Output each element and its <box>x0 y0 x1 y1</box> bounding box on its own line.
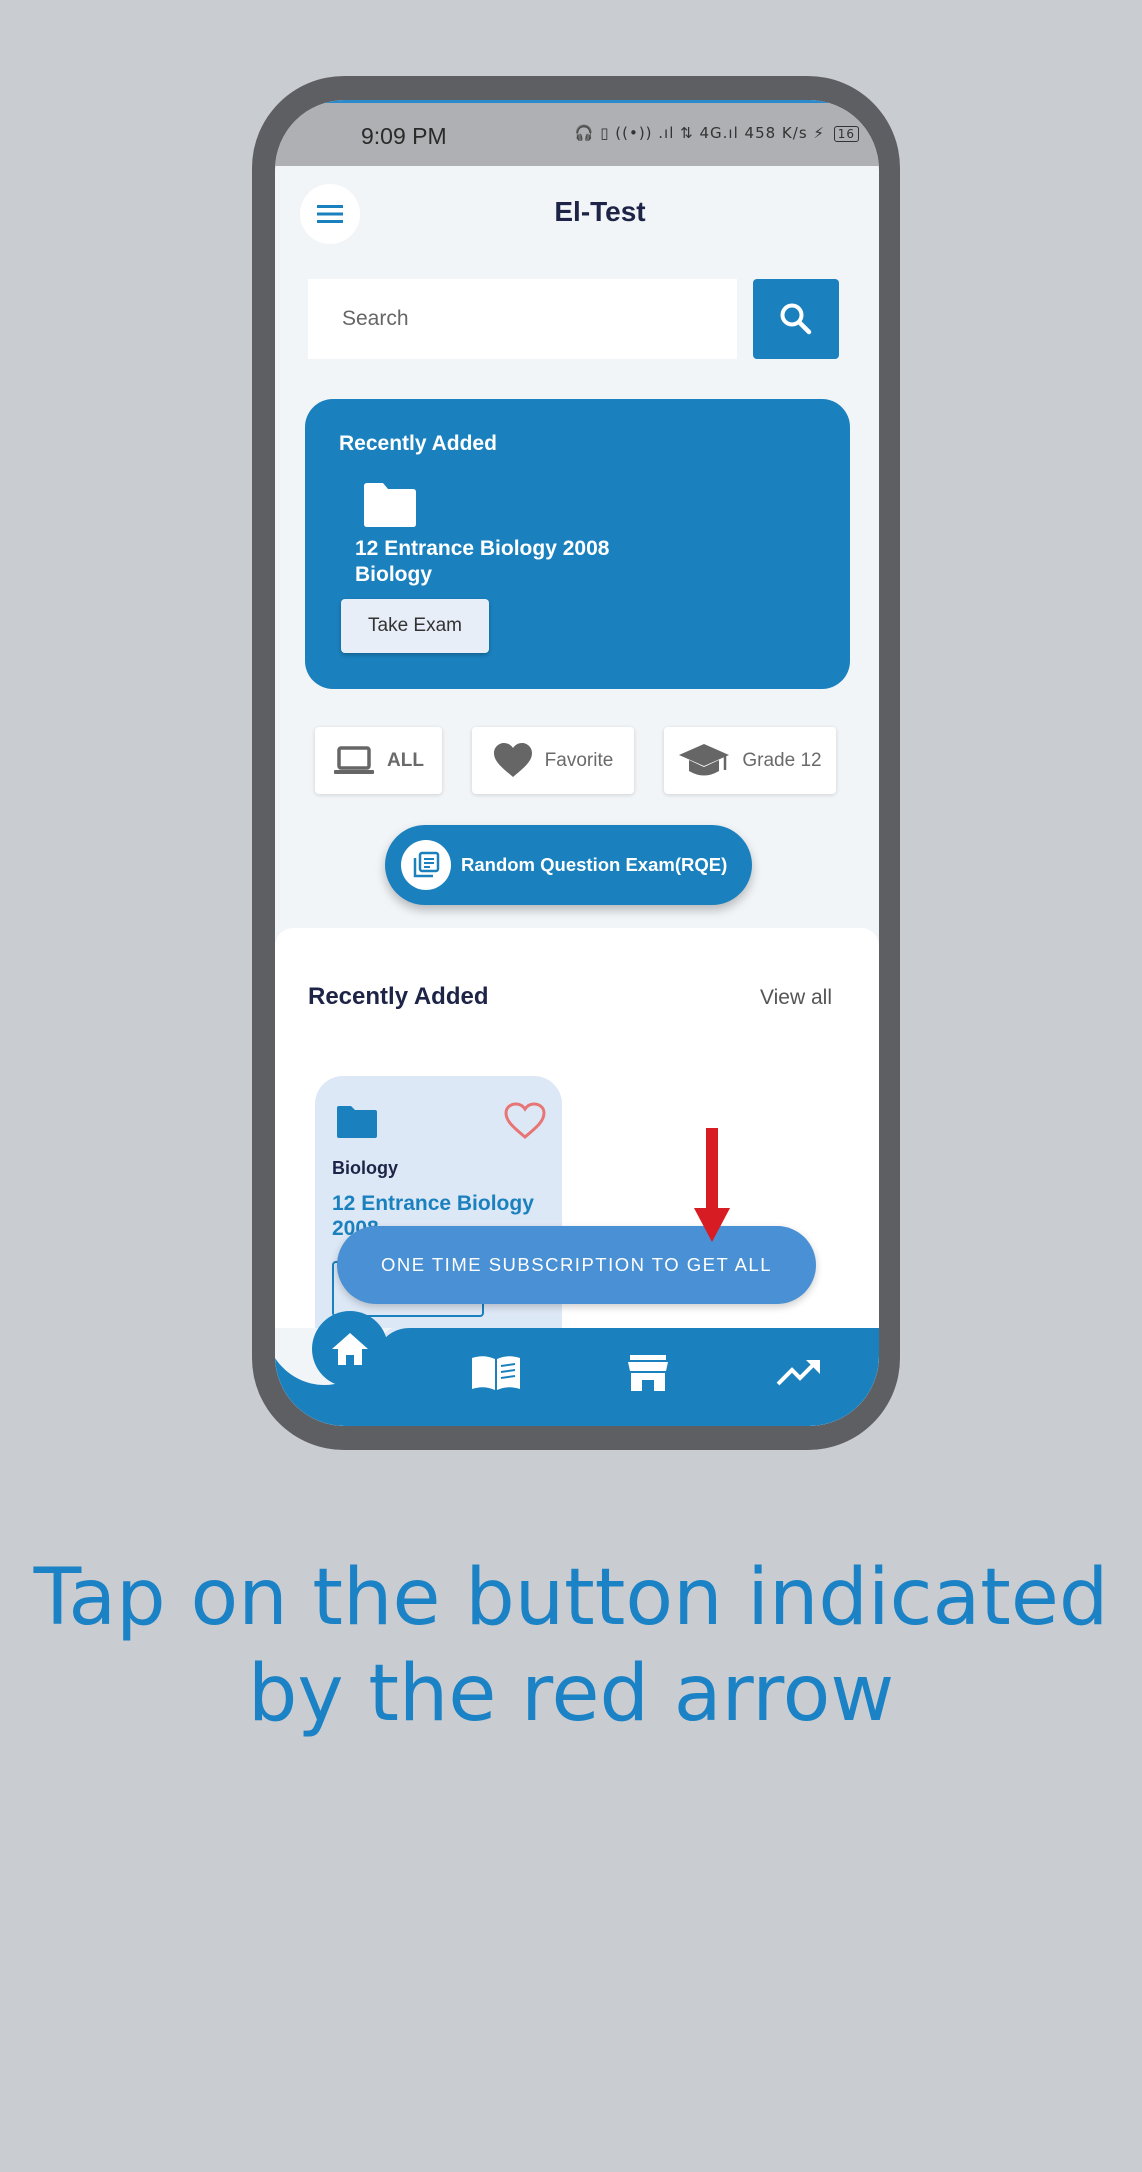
nav-library-button[interactable] <box>466 1348 526 1398</box>
laptop-icon <box>334 745 375 774</box>
instruction-text: Tap on the button indicated by the red a… <box>0 1550 1142 1742</box>
exam-card-subject: Biology <box>332 1158 398 1178</box>
recently-added-banner: Recently Added 12 Entrance Biology 2008 … <box>305 399 850 689</box>
heart-icon <box>493 742 532 777</box>
graduation-cap-icon <box>679 743 730 775</box>
home-icon <box>332 1333 368 1365</box>
library-books-icon <box>413 851 440 878</box>
status-icons: 🎧 ▯ ((•)) .ıl ⇅ 4G.ıl 458 K/s ⚡ 16 <box>575 124 859 142</box>
filter-all-label: ALL <box>387 749 424 771</box>
nav-home-button[interactable] <box>312 1311 388 1387</box>
bottom-nav-items <box>275 1311 879 1426</box>
nav-stats-button[interactable] <box>769 1348 829 1398</box>
status-time: 9:09 PM <box>361 123 447 149</box>
filter-all-button[interactable]: ALL <box>315 727 442 794</box>
app-title: El-Test <box>554 196 646 227</box>
red-arrow-indicator <box>694 1128 730 1242</box>
view-all-link[interactable]: View all <box>760 986 832 1010</box>
banner-exam-info: 12 Entrance Biology 2008 Biology <box>355 536 675 588</box>
folder-icon <box>364 483 416 527</box>
filter-favorite-button[interactable]: Favorite <box>472 727 634 794</box>
rqe-icon-circle <box>401 840 451 890</box>
nav-store-button[interactable] <box>618 1348 678 1398</box>
filter-favorite-label: Favorite <box>544 749 614 771</box>
random-question-exam-button[interactable]: Random Question Exam(RQE) <box>385 825 752 905</box>
banner-exam-name: 12 Entrance Biology 2008 <box>355 537 610 560</box>
folder-icon <box>337 1106 377 1138</box>
battery-icon: 16 <box>833 125 859 142</box>
favorite-heart-icon[interactable] <box>504 1102 546 1140</box>
rqe-label: Random Question Exam(RQE) <box>461 854 728 875</box>
instruction-line-2: by the red arrow <box>247 1649 895 1739</box>
book-icon <box>472 1356 520 1390</box>
filter-grade-label: Grade 12 <box>742 749 822 771</box>
status-indicator-icons: 🎧 ▯ ((•)) .ıl ⇅ 4G.ıl 458 K/s ⚡ <box>574 124 825 142</box>
banner-exam-subject: Biology <box>355 563 432 586</box>
filter-grade-button[interactable]: Grade 12 <box>664 727 836 794</box>
section-title: Recently Added <box>308 983 489 1010</box>
trending-up-icon <box>776 1360 820 1386</box>
search-button[interactable] <box>753 279 839 359</box>
search-icon <box>780 303 812 335</box>
subscription-button[interactable]: ONE TIME SUBSCRIPTION TO GET ALL <box>337 1226 816 1304</box>
instruction-line-1: Tap on the button indicated <box>33 1553 1109 1643</box>
search-input[interactable] <box>308 279 737 359</box>
take-exam-button[interactable]: Take Exam <box>341 599 489 653</box>
status-bar: 9:09 PM 🎧 ▯ ((•)) .ıl ⇅ 4G.ıl 458 K/s ⚡ … <box>275 100 879 166</box>
banner-title: Recently Added <box>339 432 497 455</box>
store-icon <box>628 1355 668 1391</box>
